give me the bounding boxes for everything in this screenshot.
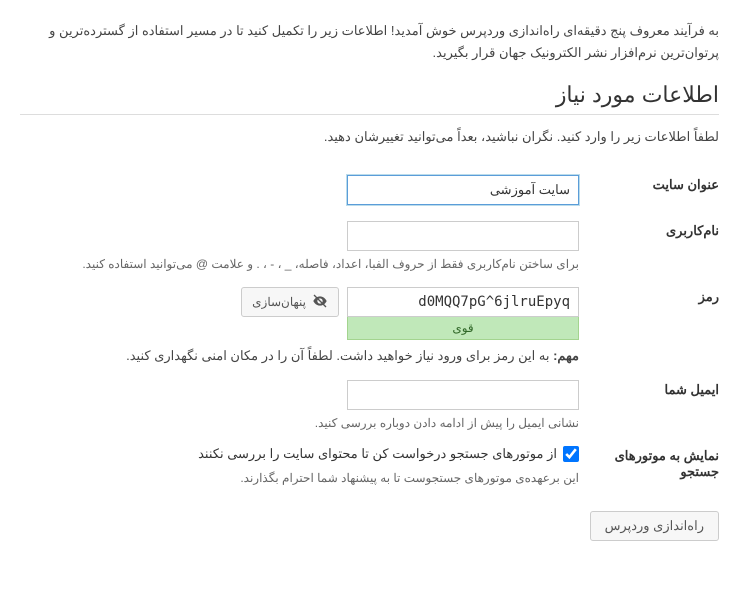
password-important-text: به این رمز برای ورود نیاز خواهید داشت. ل… xyxy=(126,348,553,363)
row-password: رمز پنهان‌سازی قوی مهم: به این رمز برای … xyxy=(20,279,719,372)
search-engines-checkbox-text: از موتورهای جستجو درخواست کن تا محتوای س… xyxy=(198,446,557,462)
subintro-text: لطفاً اطلاعات زیر را وارد کنید. نگران نب… xyxy=(20,129,719,145)
password-important-label: مهم: xyxy=(553,348,579,363)
email-hint: نشانی ایمیل را پیش از ادامه دادن دوباره … xyxy=(30,416,579,430)
eye-off-icon xyxy=(312,293,328,312)
search-engines-hint: این برعهده‌ی موتورهای جستجوست تا به پیشن… xyxy=(30,471,579,485)
install-button[interactable]: راه‌اندازی وردپرس xyxy=(590,511,719,541)
password-input[interactable] xyxy=(347,287,579,317)
search-engines-checkbox[interactable] xyxy=(563,446,579,462)
password-label: رمز xyxy=(579,279,719,372)
submit-row: راه‌اندازی وردپرس xyxy=(20,511,719,541)
site-title-label: عنوان سایت xyxy=(579,167,719,213)
username-hint: برای ساختن نام‌کاربری فقط از حروف الفبا،… xyxy=(30,257,579,271)
site-title-input[interactable] xyxy=(347,175,579,205)
password-strength-meter: قوی xyxy=(347,316,579,340)
install-form-table: عنوان سایت نام‌کاربری برای ساختن نام‌کار… xyxy=(20,167,719,493)
email-input[interactable] xyxy=(347,380,579,410)
password-important-note: مهم: به این رمز برای ورود نیاز خواهید دا… xyxy=(30,348,579,364)
hide-password-label: پنهان‌سازی xyxy=(252,295,306,309)
row-site-title: عنوان سایت xyxy=(20,167,719,213)
username-input[interactable] xyxy=(347,221,579,251)
search-engines-label: نمایش به موتورهای جستجو xyxy=(579,438,719,493)
username-label: نام‌کاربری xyxy=(579,213,719,279)
hide-password-button[interactable]: پنهان‌سازی xyxy=(241,287,339,317)
row-email: ایمیل شما نشانی ایمیل را پیش از ادامه دا… xyxy=(20,372,719,438)
intro-text: به فرآیند معروف پنج دقیقه‌ای راه‌اندازی … xyxy=(20,20,719,64)
row-username: نام‌کاربری برای ساختن نام‌کاربری فقط از … xyxy=(20,213,719,279)
divider xyxy=(20,114,719,115)
search-engines-checkbox-label[interactable]: از موتورهای جستجو درخواست کن تا محتوای س… xyxy=(198,446,579,462)
row-search-engines: نمایش به موتورهای جستجو از موتورهای جستج… xyxy=(20,438,719,493)
email-label: ایمیل شما xyxy=(579,372,719,438)
section-title: اطلاعات مورد نیاز xyxy=(20,82,719,108)
